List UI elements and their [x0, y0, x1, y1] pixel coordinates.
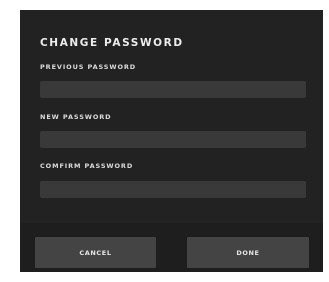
previous-password-label: PREVIOUS PASSWORD — [40, 63, 137, 71]
done-button[interactable]: DONE — [187, 237, 309, 268]
confirm-password-label: COMFIRM PASSWORD — [40, 162, 134, 170]
new-password-label: NEW PASSWORD — [40, 113, 112, 121]
dialog-footer: CANCEL DONE — [20, 223, 323, 272]
previous-password-input[interactable] — [40, 81, 306, 98]
cancel-button[interactable]: CANCEL — [35, 237, 156, 268]
change-password-dialog: CHANGE PASSWORD PREVIOUS PASSWORD NEW PA… — [20, 10, 323, 272]
new-password-input[interactable] — [40, 131, 306, 148]
dialog-title: CHANGE PASSWORD — [40, 37, 184, 49]
confirm-password-input[interactable] — [40, 181, 306, 198]
